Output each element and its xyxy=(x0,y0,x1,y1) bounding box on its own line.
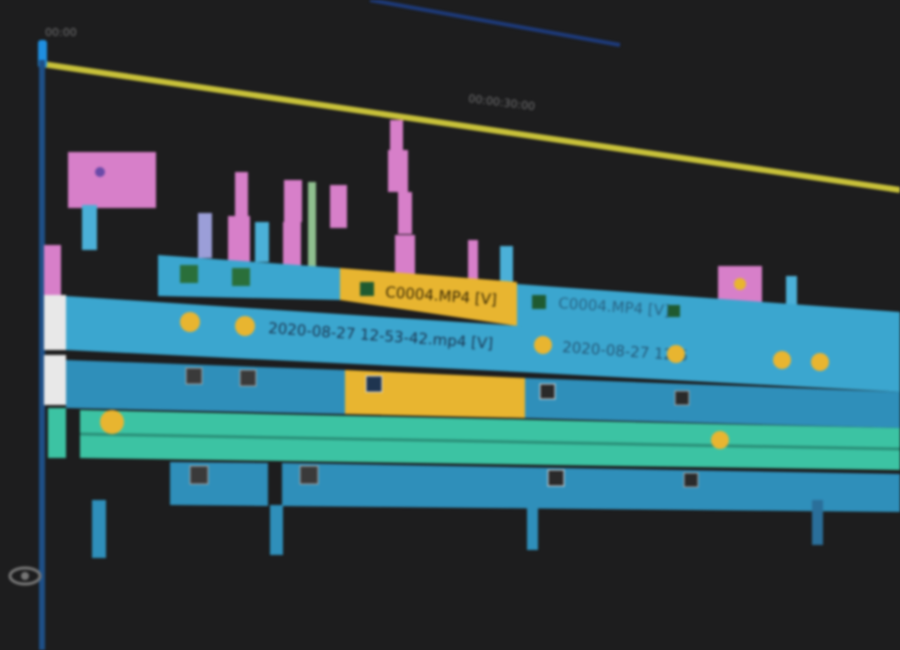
track-header[interactable] xyxy=(44,295,66,350)
work-area-bar[interactable] xyxy=(41,61,900,193)
marker-bar[interactable] xyxy=(330,185,347,228)
keyframe-icon[interactable] xyxy=(189,465,209,485)
keyframe-icon[interactable] xyxy=(674,390,690,406)
marker-block[interactable] xyxy=(68,152,156,208)
marker-bar[interactable] xyxy=(198,213,212,258)
marker-dot-icon xyxy=(95,167,105,177)
marker-bar[interactable] xyxy=(92,500,106,558)
marker-bar[interactable] xyxy=(283,222,301,266)
marker-bar[interactable] xyxy=(82,205,97,250)
marker-bar[interactable] xyxy=(468,240,478,282)
marker-bar[interactable] xyxy=(390,120,403,150)
eye-icon[interactable] xyxy=(8,566,42,586)
fx-badge-icon xyxy=(534,336,552,354)
marker-bar[interactable] xyxy=(44,245,61,295)
keyframe-icon[interactable] xyxy=(365,375,383,393)
scroll-bar[interactable] xyxy=(369,0,621,47)
keyframe-icon[interactable] xyxy=(185,367,203,385)
fx-badge-icon xyxy=(100,410,124,434)
ruler-start-label: 00:00 xyxy=(45,26,77,39)
fx-badge-icon xyxy=(668,305,680,317)
fx-badge-icon xyxy=(232,268,250,286)
fx-badge-icon xyxy=(532,295,546,309)
marker-bar[interactable] xyxy=(255,222,269,262)
marker-bar[interactable] xyxy=(270,505,283,555)
fx-badge-icon xyxy=(811,353,829,371)
marker-bar[interactable] xyxy=(500,246,513,286)
marker-bar[interactable] xyxy=(527,505,538,550)
marker-bar[interactable] xyxy=(388,150,408,192)
track-header[interactable] xyxy=(44,355,66,405)
audio-clip[interactable] xyxy=(170,462,268,506)
fx-badge-icon xyxy=(734,278,746,290)
audio-clip[interactable] xyxy=(66,360,345,414)
marker-bar[interactable] xyxy=(284,180,302,222)
audio-track-3 xyxy=(170,462,900,512)
fx-badge-icon xyxy=(360,282,374,296)
marker-bar[interactable] xyxy=(395,235,415,275)
marker-bar[interactable] xyxy=(398,192,412,234)
keyframe-icon[interactable] xyxy=(683,472,699,488)
fx-badge-icon xyxy=(773,351,791,369)
fx-badge-icon xyxy=(180,265,198,283)
marker-bar[interactable] xyxy=(812,500,823,545)
keyframe-icon[interactable] xyxy=(539,383,556,400)
marker-bar[interactable] xyxy=(228,216,250,264)
marker-bar[interactable] xyxy=(308,182,316,267)
audio-clip[interactable] xyxy=(282,463,900,512)
fx-badge-icon xyxy=(235,316,255,336)
keyframe-icon[interactable] xyxy=(299,465,319,485)
ruler-timecode: 00:00:30:00 xyxy=(468,92,536,113)
timeline-panel: 00:00 00:00:30:00 C0004.MP4 [V] C0004.MP… xyxy=(0,0,900,650)
keyframe-icon[interactable] xyxy=(547,469,565,487)
keyframe-icon[interactable] xyxy=(239,369,257,387)
marker-bar[interactable] xyxy=(235,172,248,217)
track-header[interactable] xyxy=(48,408,66,458)
fx-badge-icon xyxy=(180,312,200,332)
fx-badge-icon xyxy=(711,431,729,449)
fx-badge-icon xyxy=(667,345,685,363)
timeline-canvas: 00:00 00:00:30:00 C0004.MP4 [V] C0004.MP… xyxy=(8,0,900,650)
